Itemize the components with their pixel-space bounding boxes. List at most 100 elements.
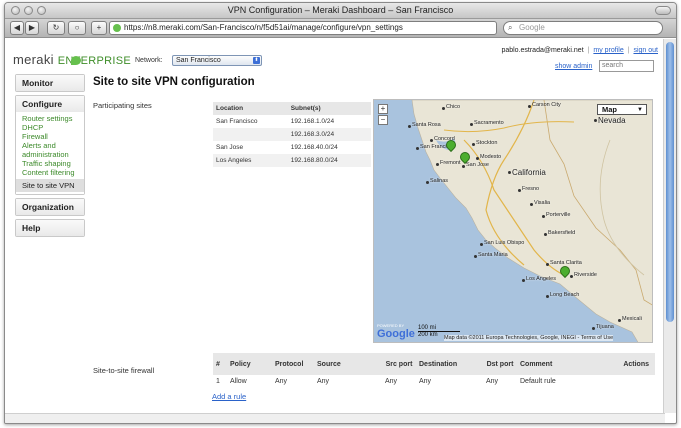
map-city-label: Visalia (534, 200, 551, 206)
map-city-label: Mexicali (622, 316, 642, 322)
vpn-sites-map[interactable]: + − Map ▼ Chico Carson City Nevada Santa Ro… (373, 99, 653, 343)
map-city-label: Sacramento (474, 120, 504, 126)
map-city-label: Santa Rosa (412, 122, 441, 128)
map-city-dot (408, 125, 411, 128)
site-favicon-icon (113, 24, 121, 32)
map-zoom-out-button[interactable]: − (378, 115, 388, 125)
map-city-dot (480, 243, 483, 246)
map-city-dot (570, 275, 573, 278)
map-city-label: Modesto (480, 154, 502, 160)
meraki-logo[interactable]: meraki ENTERPRISE (13, 52, 131, 67)
stop-button[interactable]: ○ (68, 21, 86, 35)
vertical-scrollbar[interactable] (663, 39, 676, 413)
select-arrows-icon: ⬍ (253, 57, 260, 64)
nav-item-alerts[interactable]: Alerts and administration (16, 141, 84, 159)
map-type-select[interactable]: Map ▼ (597, 104, 647, 115)
rule-source: Any (317, 378, 330, 385)
site-subnet: 192.168.80.0/24 (287, 154, 371, 167)
nav-item-dhcp[interactable]: DHCP (16, 123, 84, 132)
column-header-source: Source (314, 353, 382, 375)
nav-monitor-label: Monitor (16, 75, 84, 91)
forward-button[interactable]: ▶ (25, 21, 39, 35)
nav-item-firewall[interactable]: Firewall (16, 132, 84, 141)
site-location (213, 128, 288, 141)
map-city-label: Santa Maria (478, 252, 508, 258)
back-icon: ◀ (13, 23, 21, 32)
google-logo[interactable]: Google (377, 328, 415, 340)
map-city-dot (594, 119, 597, 122)
nav-organization[interactable]: Organization (15, 198, 85, 216)
add-rule-link[interactable]: Add a rule (212, 392, 246, 401)
dashboard-search-input[interactable]: search (599, 60, 654, 72)
table-row: Los Angeles 192.168.80.0/24 (213, 154, 371, 167)
map-city-dot (542, 215, 545, 218)
rule-dst-port: Any (486, 378, 499, 385)
map-city-label: Fresno (522, 186, 540, 192)
table-row: San Jose 192.168.40.0/24 (213, 141, 371, 154)
sidebar-nav: Monitor Configure Router settings DHCP F… (15, 74, 85, 240)
map-city-label: Fremont (440, 160, 461, 166)
nav-item-traffic-shaping[interactable]: Traffic shaping (16, 159, 84, 168)
map-canvas[interactable] (374, 100, 653, 343)
back-button[interactable]: ◀ (10, 21, 24, 35)
browser-search-field[interactable]: ⌕ Google (503, 21, 663, 35)
map-credit: Map data ©2011 Europa Technologies, Goog… (444, 335, 614, 341)
sign-out-link[interactable]: sign out (633, 47, 658, 54)
configure-submenu: Router settings DHCP Firewall Alerts and… (16, 112, 84, 194)
site-location: San Jose (216, 144, 244, 151)
map-city-label: Chico (446, 104, 461, 110)
map-city-label: Stockton (476, 140, 498, 146)
browser-window: VPN Configuration – Meraki Dashboard – S… (4, 2, 677, 424)
browser-toolbar: ◀ ▶ ↻ ○ + https://n8.meraki.com/San-Fran… (5, 19, 676, 38)
map-city-dot (522, 279, 525, 282)
firewall-rules-table: # Policy Protocol Source Src port Destin… (213, 353, 655, 388)
network-label: Network: (135, 57, 163, 64)
rule-src-port: Any (385, 378, 398, 385)
map-city-dot (546, 263, 549, 266)
column-header-comment: Comment (517, 353, 595, 375)
nav-item-content-filtering[interactable]: Content filtering (16, 168, 84, 177)
window-title: VPN Configuration – Meraki Dashboard – S… (227, 5, 454, 15)
address-bar[interactable]: https://n8.meraki.com/San-Francisco/n/f5… (109, 21, 497, 35)
horizontal-scrollbar[interactable] (5, 413, 665, 423)
scale-mi: 100 mi (418, 325, 460, 332)
map-zoom-in-button[interactable]: + (378, 104, 388, 114)
table-row: 192.168.3.0/24 (213, 128, 371, 141)
reload-button[interactable]: ↻ (47, 21, 65, 35)
map-city-label: Porterville (546, 212, 571, 218)
site-subnet: 192.168.40.0/24 (290, 144, 338, 151)
map-city-dot (528, 105, 531, 108)
nav-configure[interactable]: Configure Router settings DHCP Firewall … (15, 95, 85, 195)
vertical-scroll-thumb[interactable] (666, 42, 674, 322)
reload-icon: ↻ (52, 23, 60, 32)
toolbar-toggle-button[interactable] (655, 6, 671, 15)
title-bar: VPN Configuration – Meraki Dashboard – S… (5, 3, 676, 19)
nav-help[interactable]: Help (15, 219, 85, 237)
rule-destination: Any (419, 378, 432, 385)
map-city-dot (462, 165, 465, 168)
nav-monitor[interactable]: Monitor (15, 74, 85, 92)
map-city-dot (518, 189, 521, 192)
map-city-dot (508, 171, 511, 174)
leaf-logo-icon (71, 56, 81, 65)
map-city-dot (592, 327, 595, 330)
add-bookmark-button[interactable]: + (91, 21, 107, 35)
page-title: Site to site VPN configuration (93, 76, 255, 88)
network-select[interactable]: San Francisco ⬍ (172, 55, 262, 66)
map-city-label: San Jose (466, 162, 489, 168)
my-profile-link[interactable]: my profile (593, 47, 623, 54)
brand-name: meraki (13, 52, 54, 67)
nav-item-site-to-site-vpn[interactable]: Site to site VPN (16, 179, 84, 192)
rule-protocol: Any (275, 378, 288, 385)
site-subnet: 192.168.1.0/24 (290, 118, 335, 125)
map-city-dot (442, 107, 445, 110)
nav-item-router-settings[interactable]: Router settings (16, 114, 84, 123)
show-admin-link[interactable]: show admin (555, 63, 592, 70)
user-email: pablo.estrada@meraki.net (501, 47, 584, 54)
map-city-label: Salinas (430, 178, 449, 184)
column-header-subnets: Subnet(s) (287, 102, 371, 115)
table-row: 1 Allow Any Any Any Any Any Default rule (213, 375, 655, 388)
column-header-actions: Actions (595, 353, 655, 375)
participating-sites-label: Participating sites (93, 101, 152, 110)
participating-sites-table: Location Subnet(s) San Francisco 192.168… (213, 102, 371, 167)
